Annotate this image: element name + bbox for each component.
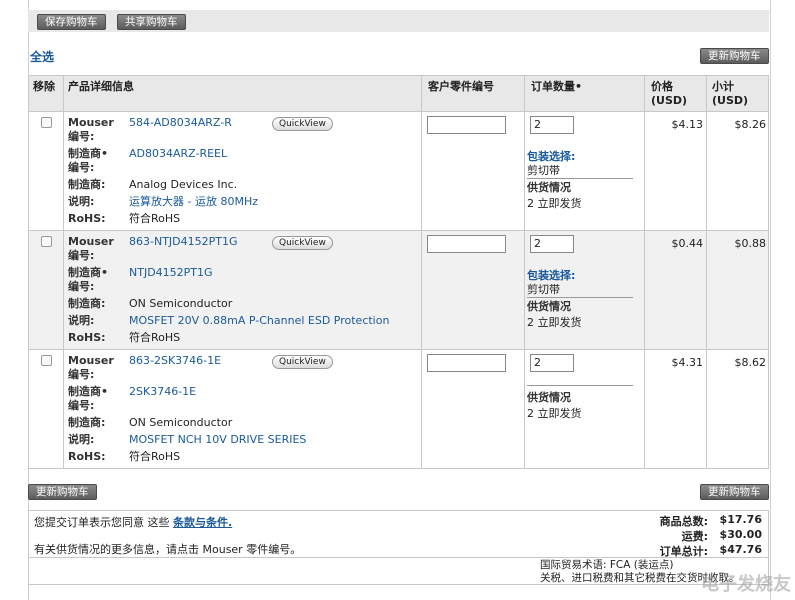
description-label: 说明: bbox=[68, 433, 95, 446]
mfr-part-link[interactable]: 2SK3746-1E bbox=[129, 385, 196, 399]
col-divider bbox=[63, 76, 64, 468]
select-all-link[interactable]: 全选 bbox=[30, 48, 54, 65]
rohs-value: 符合RoHS bbox=[129, 331, 181, 344]
rohs-value: 符合RoHS bbox=[129, 212, 181, 225]
customer-part-input[interactable] bbox=[427, 354, 506, 372]
col-order-qty: 订单数量• bbox=[531, 80, 583, 93]
mfr-part-label: 制造商• 编号: bbox=[68, 147, 109, 174]
mouser-part-link[interactable]: 863-NTJD4152PT1G bbox=[129, 235, 238, 249]
rohs-value: 符合RoHS bbox=[129, 450, 181, 463]
col-divider bbox=[644, 76, 645, 468]
remove-checkbox[interactable] bbox=[41, 236, 52, 247]
manufacturer-label: 制造商: bbox=[68, 297, 106, 310]
availability-value: 2 立即发货 bbox=[527, 316, 582, 329]
mfr-part-link[interactable]: NTJD4152PT1G bbox=[129, 266, 213, 280]
rohs-label: RoHS: bbox=[68, 331, 106, 344]
remove-checkbox[interactable] bbox=[41, 117, 52, 128]
goods-total-label: 商品总数: bbox=[659, 515, 708, 528]
table-row: Mouser 编号: 584-AD8034ARZ-R QuickView 制造商•… bbox=[29, 112, 768, 231]
description-label: 说明: bbox=[68, 314, 95, 327]
terms-text: 您提交订单表示您同意 这些 条款与条件. bbox=[34, 514, 232, 530]
shipping-value: $30.00 bbox=[719, 528, 762, 541]
description-label: 说明: bbox=[68, 195, 95, 208]
line-subtotal: $8.62 bbox=[734, 356, 767, 369]
update-cart-button-bottom-right[interactable]: 更新购物车 bbox=[700, 484, 769, 500]
quickview-button[interactable]: QuickView bbox=[272, 355, 333, 369]
update-cart-button-bottom-left[interactable]: 更新购物车 bbox=[28, 484, 97, 500]
customer-part-input[interactable] bbox=[427, 235, 506, 253]
mouser-part-link[interactable]: 584-AD8034ARZ-R bbox=[129, 116, 232, 130]
terms-prefix: 您提交订单表示您同意 这些 bbox=[34, 516, 170, 529]
quantity-input[interactable]: 2 bbox=[530, 116, 574, 134]
divider bbox=[527, 297, 633, 298]
description-link[interactable]: MOSFET NCH 10V DRIVE SERIES bbox=[129, 433, 306, 447]
mouser-no-label: Mouser 编号: bbox=[68, 354, 114, 381]
remove-checkbox[interactable] bbox=[41, 355, 52, 366]
line-subtotal: $0.88 bbox=[734, 237, 767, 250]
availability-label: 供货情况 bbox=[527, 391, 571, 404]
col-product-details: 产品详细信息 bbox=[68, 80, 134, 93]
mouser-no-label: Mouser 编号: bbox=[68, 116, 114, 143]
availability-label: 供货情况 bbox=[527, 300, 571, 313]
terms-link[interactable]: 条款与条件. bbox=[173, 516, 232, 529]
col-remove: 移除 bbox=[33, 80, 55, 93]
col-divider bbox=[706, 76, 707, 468]
mfr-part-label: 制造商• 编号: bbox=[68, 266, 109, 293]
unit-price: $4.13 bbox=[671, 118, 704, 131]
order-summary: 您提交订单表示您同意 这些 条款与条件. 有关供货情况的更多信息，请点击 Mou… bbox=[28, 510, 769, 585]
col-subtotal: 小计 (USD) bbox=[712, 80, 749, 107]
update-cart-button-top[interactable]: 更新购物车 bbox=[700, 48, 769, 64]
mouser-no-label: Mouser 编号: bbox=[68, 235, 114, 262]
cart-table: 移除 产品详细信息 客户零件编号 订单数量• 价格 (USD) 小计 (USD) M… bbox=[28, 75, 769, 469]
availability-value: 2 立即发货 bbox=[527, 197, 582, 210]
quantity-input[interactable]: 2 bbox=[530, 235, 574, 253]
quantity-input[interactable]: 2 bbox=[530, 354, 574, 372]
divider bbox=[527, 178, 633, 179]
order-total-value: $47.76 bbox=[719, 543, 762, 556]
manufacturer-value: ON Semiconductor bbox=[129, 416, 233, 429]
col-price: 价格 (USD) bbox=[651, 80, 688, 107]
description-link[interactable]: MOSFET 20V 0.88mA P-Channel ESD Protecti… bbox=[129, 314, 389, 328]
manufacturer-label: 制造商: bbox=[68, 416, 106, 429]
rohs-label: RoHS: bbox=[68, 212, 106, 225]
availability-label: 供货情况 bbox=[527, 181, 571, 194]
manufacturer-label: 制造商: bbox=[68, 178, 106, 191]
availability-info: 有关供货情况的更多信息，请点击 Mouser 零件编号。 bbox=[34, 543, 302, 556]
unit-price: $0.44 bbox=[671, 237, 704, 250]
rohs-label: RoHS: bbox=[68, 450, 106, 463]
unit-price: $4.31 bbox=[671, 356, 704, 369]
col-divider bbox=[421, 76, 422, 468]
packaging-value: 剪切带 bbox=[527, 164, 560, 177]
customer-part-input[interactable] bbox=[427, 116, 506, 134]
table-row: Mouser 编号: 863-2SK3746-1E QuickView 制造商• 编… bbox=[29, 350, 768, 468]
watermark-logo: 电子发烧友 bbox=[701, 574, 791, 595]
description-link[interactable]: 运算放大器 - 运放 80MHz bbox=[129, 195, 258, 209]
mfr-part-link[interactable]: AD8034ARZ-REEL bbox=[129, 147, 227, 161]
divider bbox=[527, 385, 633, 386]
summary-divider bbox=[29, 557, 768, 558]
goods-total-value: $17.76 bbox=[719, 513, 762, 526]
mouser-part-link[interactable]: 863-2SK3746-1E bbox=[129, 354, 221, 368]
mfr-part-label: 制造商• 编号: bbox=[68, 385, 109, 412]
manufacturer-value: ON Semiconductor bbox=[129, 297, 233, 310]
save-cart-button[interactable]: 保存购物车 bbox=[37, 14, 106, 30]
share-cart-button[interactable]: 共享购物车 bbox=[117, 14, 186, 30]
table-header: 移除 产品详细信息 客户零件编号 订单数量• 价格 (USD) 小计 (USD) bbox=[29, 76, 768, 112]
col-divider bbox=[524, 76, 525, 468]
table-row: Mouser 编号: 863-NTJD4152PT1G QuickView 制造商… bbox=[29, 231, 768, 350]
availability-value: 2 立即发货 bbox=[527, 407, 582, 420]
manufacturer-value: Analog Devices Inc. bbox=[129, 178, 238, 191]
col-customer-part: 客户零件编号 bbox=[428, 80, 494, 93]
packaging-value: 剪切带 bbox=[527, 283, 560, 296]
shipping-label: 运费: bbox=[681, 530, 708, 543]
quickview-button[interactable]: QuickView bbox=[272, 117, 333, 131]
line-subtotal: $8.26 bbox=[734, 118, 767, 131]
quickview-button[interactable]: QuickView bbox=[272, 236, 333, 250]
